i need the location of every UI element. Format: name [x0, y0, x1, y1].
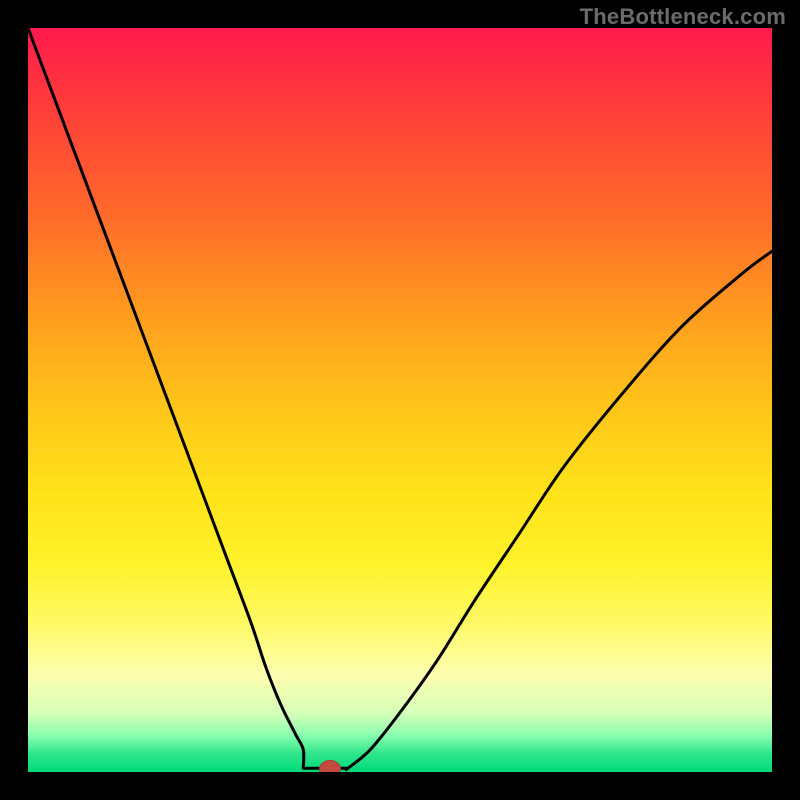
minimum-marker: [319, 760, 341, 772]
bottleneck-curve: [28, 28, 772, 772]
watermark-text: TheBottleneck.com: [580, 4, 786, 30]
plot-area: [28, 28, 772, 772]
chart-frame: TheBottleneck.com: [0, 0, 800, 800]
